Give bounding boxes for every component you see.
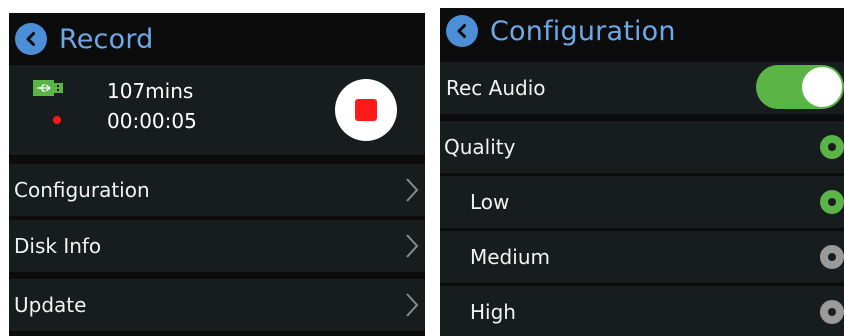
elapsed-time: 00:00:05	[107, 109, 197, 133]
menu-item-update[interactable]: Update	[9, 279, 425, 331]
configuration-screen: Configuration Rec Audio Quality Low Medi…	[440, 8, 844, 336]
back-icon	[457, 24, 466, 38]
quality-label: Quality	[444, 135, 516, 159]
menu-item-disk-info[interactable]: Disk Info	[9, 220, 425, 272]
menu-item-label: Disk Info	[14, 234, 102, 258]
quality-row: Quality	[440, 121, 844, 173]
rec-audio-label: Rec Audio	[446, 76, 546, 100]
record-screen: Record 107mins 00:00:05 Configuration Di…	[9, 13, 425, 336]
recording-dot-icon	[53, 116, 61, 124]
back-button[interactable]	[15, 23, 47, 55]
back-icon	[26, 32, 35, 46]
option-label: Medium	[470, 245, 550, 269]
radio-unselected-icon[interactable]	[820, 245, 844, 269]
quality-option-low[interactable]: Low	[440, 176, 844, 228]
option-label: High	[470, 300, 516, 324]
menu-item-label: Configuration	[14, 178, 150, 202]
radio-selected-icon[interactable]	[820, 190, 844, 214]
rec-audio-row: Rec Audio	[440, 62, 844, 114]
quality-option-high[interactable]: High	[440, 286, 844, 336]
remaining-time: 107mins	[107, 79, 194, 103]
quality-radio-icon[interactable]	[820, 135, 844, 159]
rec-audio-toggle[interactable]	[756, 65, 844, 109]
stop-record-button[interactable]	[335, 79, 397, 141]
option-label: Low	[470, 190, 510, 214]
back-button[interactable]	[446, 15, 478, 47]
chevron-right-icon	[406, 178, 419, 202]
page-title: Configuration	[490, 15, 676, 47]
menu-item-label: Update	[14, 293, 87, 317]
stop-icon	[355, 99, 377, 121]
usb-drive-icon	[33, 80, 63, 96]
page-title: Record	[59, 23, 154, 55]
record-header: Record	[9, 13, 425, 65]
radio-unselected-icon[interactable]	[820, 300, 844, 324]
configuration-header: Configuration	[440, 8, 844, 54]
toggle-knob	[802, 67, 842, 107]
quality-option-medium[interactable]: Medium	[440, 231, 844, 283]
recording-status: 107mins 00:00:05	[9, 65, 425, 155]
menu-item-configuration[interactable]: Configuration	[9, 164, 425, 216]
chevron-right-icon	[406, 293, 419, 317]
chevron-right-icon	[406, 234, 419, 258]
